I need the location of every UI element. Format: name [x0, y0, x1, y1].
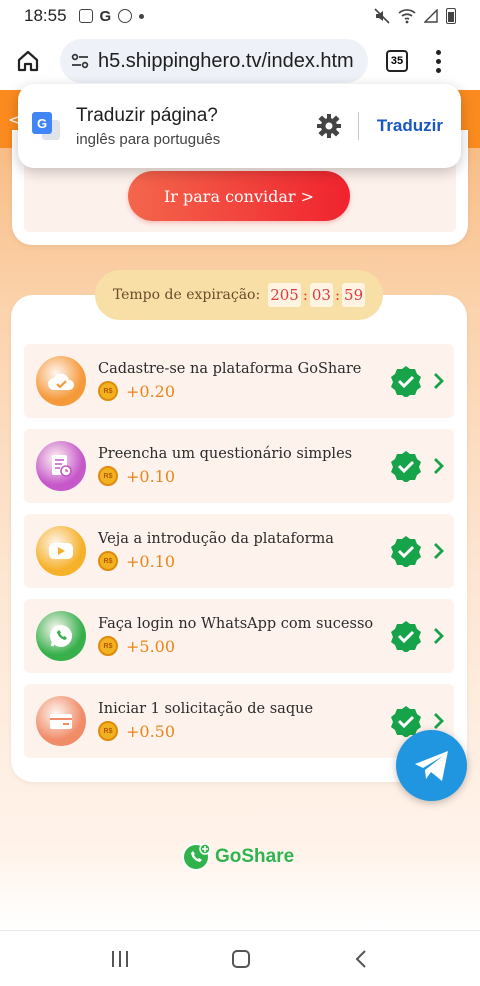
coin-icon: R$: [98, 466, 118, 486]
tabs-button[interactable]: 35: [386, 50, 408, 72]
goshare-logo: GoShare: [181, 842, 294, 872]
home-icon: [17, 50, 39, 72]
system-home-button[interactable]: [232, 949, 250, 968]
goshare-brand-text: GoShare: [215, 846, 295, 867]
translate-language-pair[interactable]: inglês para português: [76, 131, 220, 148]
completed-check-icon: [391, 536, 421, 567]
web-page: < Ir para convidar > Tempo de expiração:…: [0, 90, 480, 930]
task-title: Preencha um questionário simples: [98, 446, 353, 462]
home-button[interactable]: [0, 33, 56, 89]
google-translate-icon: G: [32, 112, 60, 140]
completed-check-icon: [391, 621, 421, 652]
chevron-right-icon: [434, 713, 444, 729]
google-g-icon: G: [99, 7, 112, 25]
screenshot-icon: [78, 9, 93, 23]
expiry-countdown: Tempo de expiração: 205 : 03 : 59: [95, 270, 383, 320]
countdown-separator: :: [334, 286, 341, 304]
countdown-hours: 205: [268, 283, 301, 307]
wifi-icon: [398, 9, 416, 24]
divider: [357, 112, 359, 140]
translate-popup: G Traduzir página? inglês para português…: [18, 84, 461, 168]
signal-icon: [424, 9, 438, 23]
task-row[interactable]: Veja a introdução da plataforma R$ +0.10: [24, 514, 454, 588]
translate-title: Traduzir página?: [76, 104, 218, 126]
status-bar: 18:55 G: [0, 0, 480, 32]
task-reward: +0.10: [126, 551, 176, 571]
questionnaire-icon: [36, 441, 86, 491]
chevron-right-icon: [434, 373, 444, 389]
translate-button[interactable]: Traduzir: [377, 116, 443, 136]
notification-dot-icon: [139, 13, 145, 19]
more-menu-button[interactable]: [434, 49, 442, 73]
countdown-seconds: 59: [342, 283, 366, 307]
task-row[interactable]: Preencha um questionário simples R$ +0.10: [24, 429, 454, 503]
cloud-check-icon: [36, 356, 86, 406]
task-row[interactable]: Faça login no WhatsApp com sucesso R$ +5.0…: [24, 599, 454, 673]
task-title: Faça login no WhatsApp com sucesso: [98, 616, 374, 632]
video-play-icon: [36, 526, 86, 576]
browser-toolbar: h5.shippinghero.tv/index.htm 35: [0, 32, 480, 90]
countdown-separator: :: [302, 286, 308, 304]
status-time: 18:55: [24, 6, 67, 25]
completed-check-icon: [391, 366, 421, 397]
invite-button[interactable]: Ir para convidar >: [128, 171, 350, 221]
task-title: Veja a introdução da plataforma: [98, 531, 334, 547]
chevron-right-icon: [434, 543, 444, 559]
telegram-icon: [414, 750, 448, 781]
task-reward: +0.20: [126, 381, 176, 401]
chevron-right-icon: [434, 628, 444, 644]
whatsapp-icon: [36, 611, 86, 661]
recent-apps-button[interactable]: [112, 950, 128, 967]
coin-icon: R$: [98, 551, 118, 571]
goshare-whatsapp-logo-icon: [182, 843, 211, 871]
system-back-button[interactable]: [354, 949, 368, 969]
completed-check-icon: [391, 451, 421, 482]
task-row[interactable]: Cadastre-se na plataforma GoShare R$ +0.20: [24, 344, 454, 418]
task-reward: +0.10: [126, 466, 176, 486]
address-bar[interactable]: h5.shippinghero.tv/index.htm: [60, 39, 368, 83]
gear-icon: [316, 114, 341, 138]
task-title: Cadastre-se na plataforma GoShare: [98, 361, 362, 377]
url-text: h5.shippinghero.tv/index.htm: [98, 49, 354, 72]
card-icon: [36, 696, 86, 746]
countdown-minutes: 03: [309, 283, 333, 307]
battery-icon: [446, 8, 456, 24]
coin-icon: R$: [98, 721, 118, 741]
chevron-right-icon: [434, 458, 444, 474]
coin-icon: R$: [98, 381, 118, 401]
task-title: Iniciar 1 solicitação de saque: [98, 701, 314, 717]
system-nav-bar: [0, 930, 480, 986]
expiry-label: Tempo de expiração:: [112, 287, 261, 303]
do-not-disturb-icon: [118, 9, 133, 23]
coin-icon: R$: [98, 636, 118, 656]
site-settings-icon[interactable]: [70, 51, 90, 71]
translate-settings-button[interactable]: [316, 113, 342, 139]
mute-icon: [374, 8, 390, 24]
task-reward: +5.00: [126, 636, 176, 656]
task-row[interactable]: Iniciar 1 solicitação de saque R$ +0.50: [24, 684, 454, 758]
telegram-button[interactable]: [396, 730, 467, 801]
task-reward: +0.50: [126, 721, 176, 741]
